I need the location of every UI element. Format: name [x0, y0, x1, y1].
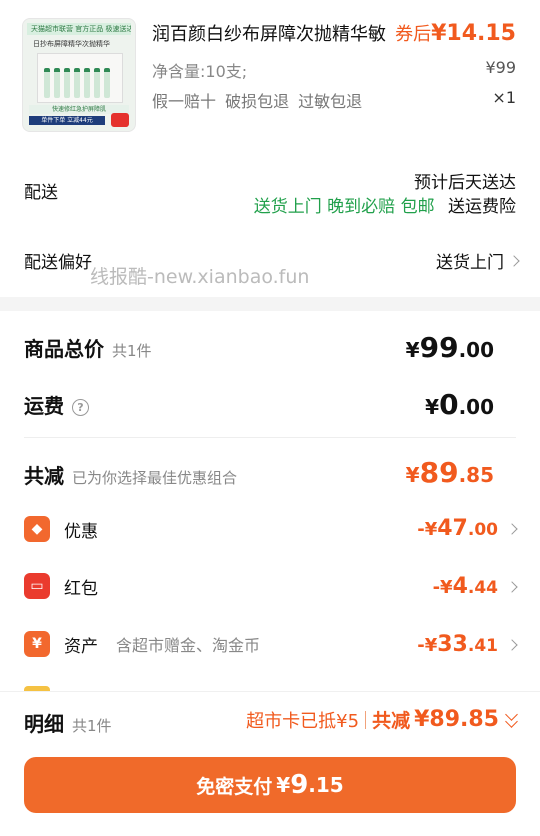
goods-total-integer: 99	[419, 331, 459, 364]
pay-button[interactable]: 免密支付 ¥9.15	[24, 757, 516, 813]
total-reduction-integer: 89	[419, 456, 459, 489]
separator	[365, 710, 367, 729]
chevron-right-icon	[506, 522, 518, 535]
discount-value-promotion[interactable]: -¥47.00	[417, 516, 518, 541]
chevron-right-icon	[508, 254, 520, 267]
discount-row-assets[interactable]: ¥ 资产 含超市赠金、淘金币	[24, 631, 260, 657]
product-image[interactable]: 天猫超市联营 官方正品 极速送达 日抄布屏障精华次抛精华 快速修红急护屏障肌 单…	[22, 18, 136, 132]
discount-row-promotion[interactable]: ◆ 优惠	[24, 516, 98, 542]
total-reduction-title: 共减	[24, 464, 64, 488]
shipping-fee-title: 运费	[24, 394, 64, 418]
product-image-vials	[37, 53, 123, 103]
goods-total-currency: ¥	[405, 338, 420, 362]
delivery-label: 配送	[24, 183, 58, 203]
discount-label: 资产	[64, 636, 98, 657]
product-quantity: ×1	[492, 88, 516, 107]
discount-integer: 33	[437, 632, 468, 657]
discount-integer: 47	[437, 516, 468, 541]
shipping-fee-value: ¥0.00	[425, 388, 494, 421]
goods-total-value: ¥99.00	[406, 331, 494, 364]
total-reduction-summary-value: ¥89.85	[414, 707, 499, 732]
discount-sub: 含超市赠金、淘金币	[116, 636, 261, 655]
detail-count: 共1件	[72, 717, 112, 735]
product-image-tag: 天猫超市联营 官方正品 极速送达	[27, 23, 131, 35]
discount-prefix: -¥	[417, 635, 438, 656]
double-chevron-down-icon[interactable]	[505, 707, 518, 728]
total-reduction-note: 已为你选择最佳优惠组合	[72, 469, 238, 487]
shipping-insurance-tag: 送运费险	[448, 197, 516, 217]
goods-total-decimal: .00	[458, 338, 494, 362]
coupon-prefix: 券后	[395, 24, 432, 45]
discount-row-red-packet[interactable]: ▭ 红包	[24, 573, 98, 599]
checkout-bar: 明细 共1件 超市卡已抵¥5 共减 ¥89.85 免密支付 ¥9.15	[0, 692, 540, 836]
product-spec: 净含量:10支;	[152, 62, 248, 81]
discount-decimal: .00	[467, 520, 498, 540]
divider	[24, 437, 516, 438]
discount-decimal: .41	[467, 636, 498, 656]
total-reduction-label: 共减 已为你选择最佳优惠组合	[24, 460, 237, 489]
pay-integer: 9	[290, 770, 309, 800]
discount-label: 优惠	[64, 521, 98, 542]
chevron-right-icon	[506, 580, 518, 593]
total-reduction-value: ¥89.85	[406, 456, 494, 489]
discount-value-assets[interactable]: -¥33.41	[417, 632, 518, 657]
chevron-right-icon	[506, 638, 518, 651]
shipping-fee-label: 运费?	[24, 390, 89, 419]
shipping-fee-integer: 0	[439, 388, 459, 421]
pay-button-label: 免密支付	[196, 775, 273, 798]
total-reduction-currency: ¥	[405, 463, 420, 487]
discount-decimal: .44	[467, 578, 498, 598]
detail-toggle-label[interactable]: 明细 共1件	[24, 708, 112, 737]
total-reduction-summary-label: 共减	[372, 710, 411, 732]
delivery-tags: 送货上门 晚到必赔 包邮 送运费险	[254, 192, 516, 217]
product-title[interactable]: 润百颜白纱布屏障次抛精华敏	[152, 20, 386, 46]
detail-title: 明细	[24, 712, 64, 736]
goods-total-title: 商品总价	[24, 337, 104, 361]
discount-prefix: -¥	[417, 519, 438, 540]
delivery-preference-value: 送货上门	[436, 253, 504, 273]
section-divider	[0, 297, 540, 311]
product-image-promo: 单件下单 立减44元	[29, 116, 105, 125]
delivery-eta: 预计后天送达	[414, 173, 516, 193]
coupon-price: 券后¥14.15	[395, 20, 516, 46]
total-reduction-decimal: .85	[458, 463, 494, 487]
tag-icon: ◆	[24, 516, 50, 542]
delivery-service-tags: 送货上门 晚到必赔 包邮	[253, 197, 435, 217]
discount-label: 红包	[64, 578, 98, 599]
yuan-icon: ¥	[24, 631, 50, 657]
help-icon[interactable]: ?	[72, 399, 89, 416]
discount-value-red-packet[interactable]: -¥4.44	[432, 574, 518, 599]
discount-prefix: -¥	[432, 577, 453, 598]
delivery-preference-label: 配送偏好	[24, 253, 92, 273]
pay-currency: ¥	[276, 773, 291, 797]
watermark: 线报酷-new.xianbao.fun	[90, 266, 310, 288]
goods-count: 共1件	[112, 342, 152, 360]
red-packet-icon: ▭	[24, 573, 50, 599]
product-price: ¥99	[485, 58, 516, 77]
shipping-fee-currency: ¥	[425, 395, 440, 419]
delivery-preference-selector[interactable]: 送货上门	[436, 248, 520, 273]
pay-decimal: .15	[308, 773, 344, 797]
supermarket-card-note: 超市卡已抵¥5	[246, 710, 360, 732]
discount-integer: 4	[452, 574, 468, 599]
product-image-heading: 日抄布屏障精华次抛精华	[33, 40, 110, 48]
detail-summary[interactable]: 超市卡已抵¥5 共减 ¥89.85	[246, 706, 518, 733]
tmall-logo-icon	[111, 113, 129, 127]
goods-total-label: 商品总价 共1件	[24, 333, 152, 362]
coupon-price-value: ¥14.15	[431, 21, 516, 46]
product-guarantees: 假一赔十 破损包退 过敏包退	[152, 92, 363, 111]
shipping-fee-decimal: .00	[458, 395, 494, 419]
